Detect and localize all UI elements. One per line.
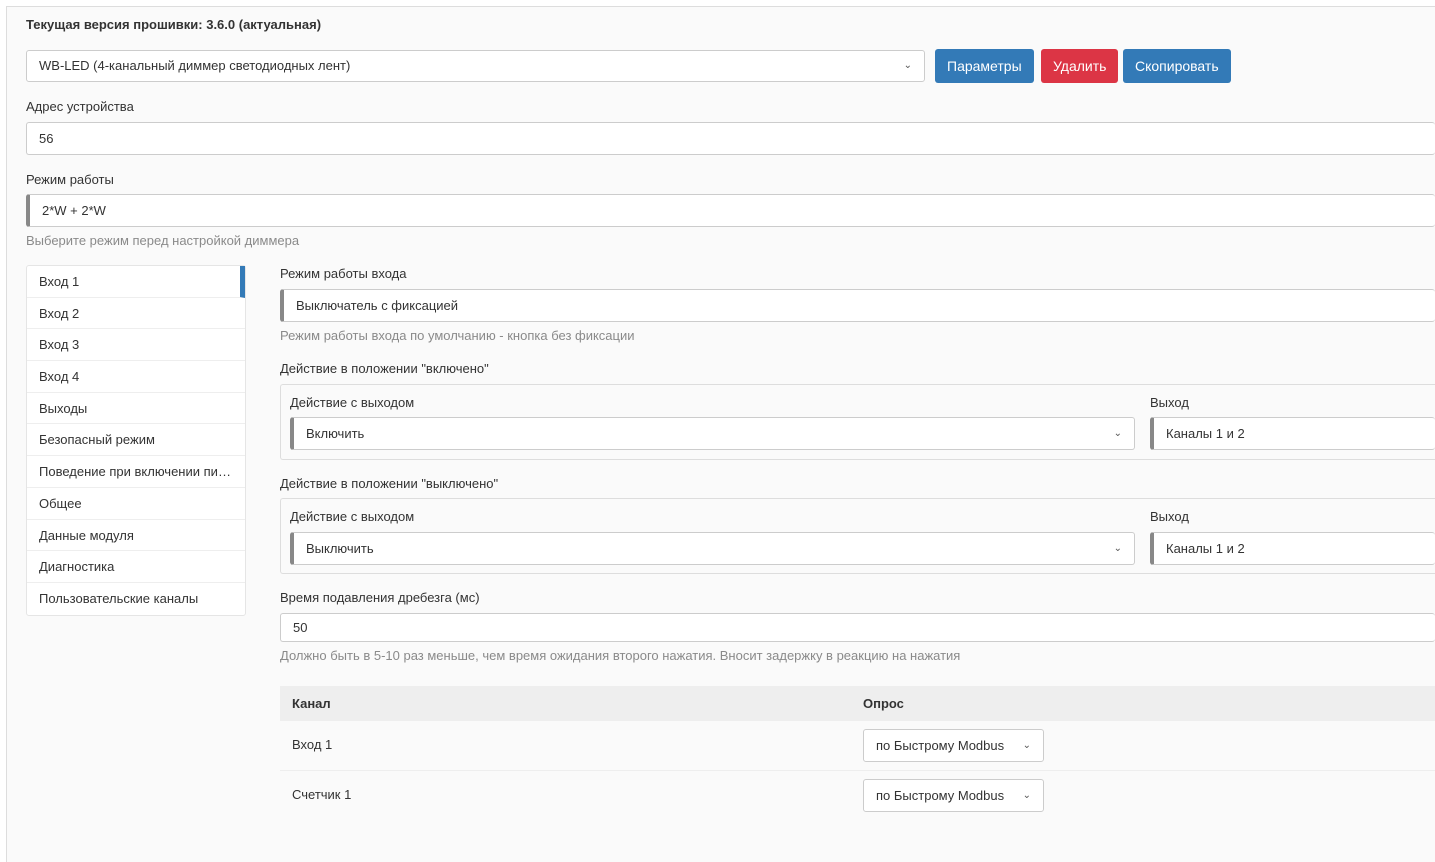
debounce-input[interactable]: 50 [280,613,1435,642]
nav-item[interactable]: Вход 1 [27,266,245,298]
on-action-group: Действие с выходом Включить ⌄ Выход Кана… [280,384,1435,460]
poll-value: по Быстрому Modbus [876,738,1004,753]
off-output-label: Выход [1150,509,1189,524]
on-action-select[interactable]: Включить ⌄ [290,417,1135,450]
header-poll: Опрос [863,686,904,721]
address-label: Адрес устройства [26,99,134,114]
device-type-value: WB-LED (4-канальный диммер светодиодных … [39,58,350,73]
mode-label: Режим работы [26,172,114,187]
off-action-group: Действие с выходом Выключить ⌄ Выход Кан… [280,498,1435,574]
poll-value: по Быстрому Modbus [876,788,1004,803]
poll-select[interactable]: по Быстрому Modbus ⌄ [863,779,1044,812]
debounce-label: Время подавления дребезга (мс) [280,590,480,605]
copy-button[interactable]: Скопировать [1123,49,1231,83]
chevron-down-icon: ⌄ [1023,780,1031,811]
on-output-select[interactable]: Каналы 1 и 2 [1150,417,1435,450]
firmware-version: Текущая версия прошивки: 3.6.0 (актуальн… [26,17,321,32]
nav-item[interactable]: Безопасный режим [27,424,245,456]
on-action-label: Действие с выходом [290,395,414,410]
chevron-down-icon: ⌄ [904,51,912,81]
nav-item[interactable]: Поведение при включении питания [27,456,245,488]
nav-item[interactable]: Пользовательские каналы [27,583,245,615]
poll-select[interactable]: по Быстрому Modbus ⌄ [863,729,1044,762]
params-button[interactable]: Параметры [935,49,1034,83]
off-action-title: Действие в положении "выключено" [280,476,498,491]
on-output-label: Выход [1150,395,1189,410]
nav-item[interactable]: Выходы [27,393,245,425]
chevron-down-icon: ⌄ [1114,418,1122,449]
nav-item[interactable]: Диагностика [27,551,245,583]
nav-item[interactable]: Общее [27,488,245,520]
input-mode-help: Режим работы входа по умолчанию - кнопка… [280,328,635,343]
on-action-value: Включить [306,426,364,441]
table-row: Вход 1 по Быстрому Modbus ⌄ [280,721,1435,771]
on-action-title: Действие в положении "включено" [280,361,489,376]
channel-name: Счетчик 1 [292,787,351,802]
delete-button[interactable]: Удалить [1041,49,1118,83]
mode-select[interactable]: 2*W + 2*W [26,194,1435,227]
chevron-down-icon: ⌄ [1114,533,1122,564]
sidebar-nav: Вход 1 Вход 2 Вход 3 Вход 4 Выходы Безоп… [26,265,246,616]
off-action-value: Выключить [306,541,374,556]
channels-table-header: Канал Опрос [280,686,1435,721]
off-output-select[interactable]: Каналы 1 и 2 [1150,532,1435,565]
nav-item[interactable]: Вход 4 [27,361,245,393]
nav-item[interactable]: Данные модуля [27,520,245,552]
nav-item[interactable]: Вход 2 [27,298,245,330]
chevron-down-icon: ⌄ [1023,730,1031,761]
input-mode-label: Режим работы входа [280,266,406,281]
mode-help: Выберите режим перед настройкой диммера [26,233,299,248]
header-channel: Канал [292,686,331,721]
off-action-select[interactable]: Выключить ⌄ [290,532,1135,565]
input-mode-select[interactable]: Выключатель с фиксацией [280,289,1435,322]
nav-item[interactable]: Вход 3 [27,329,245,361]
device-type-select[interactable]: WB-LED (4-канальный диммер светодиодных … [26,50,925,82]
address-input[interactable]: 56 [26,122,1435,155]
channel-name: Вход 1 [292,737,332,752]
debounce-help: Должно быть в 5-10 раз меньше, чем время… [280,648,960,663]
table-row: Счетчик 1 по Быстрому Modbus ⌄ [280,771,1435,821]
off-action-label: Действие с выходом [290,509,414,524]
